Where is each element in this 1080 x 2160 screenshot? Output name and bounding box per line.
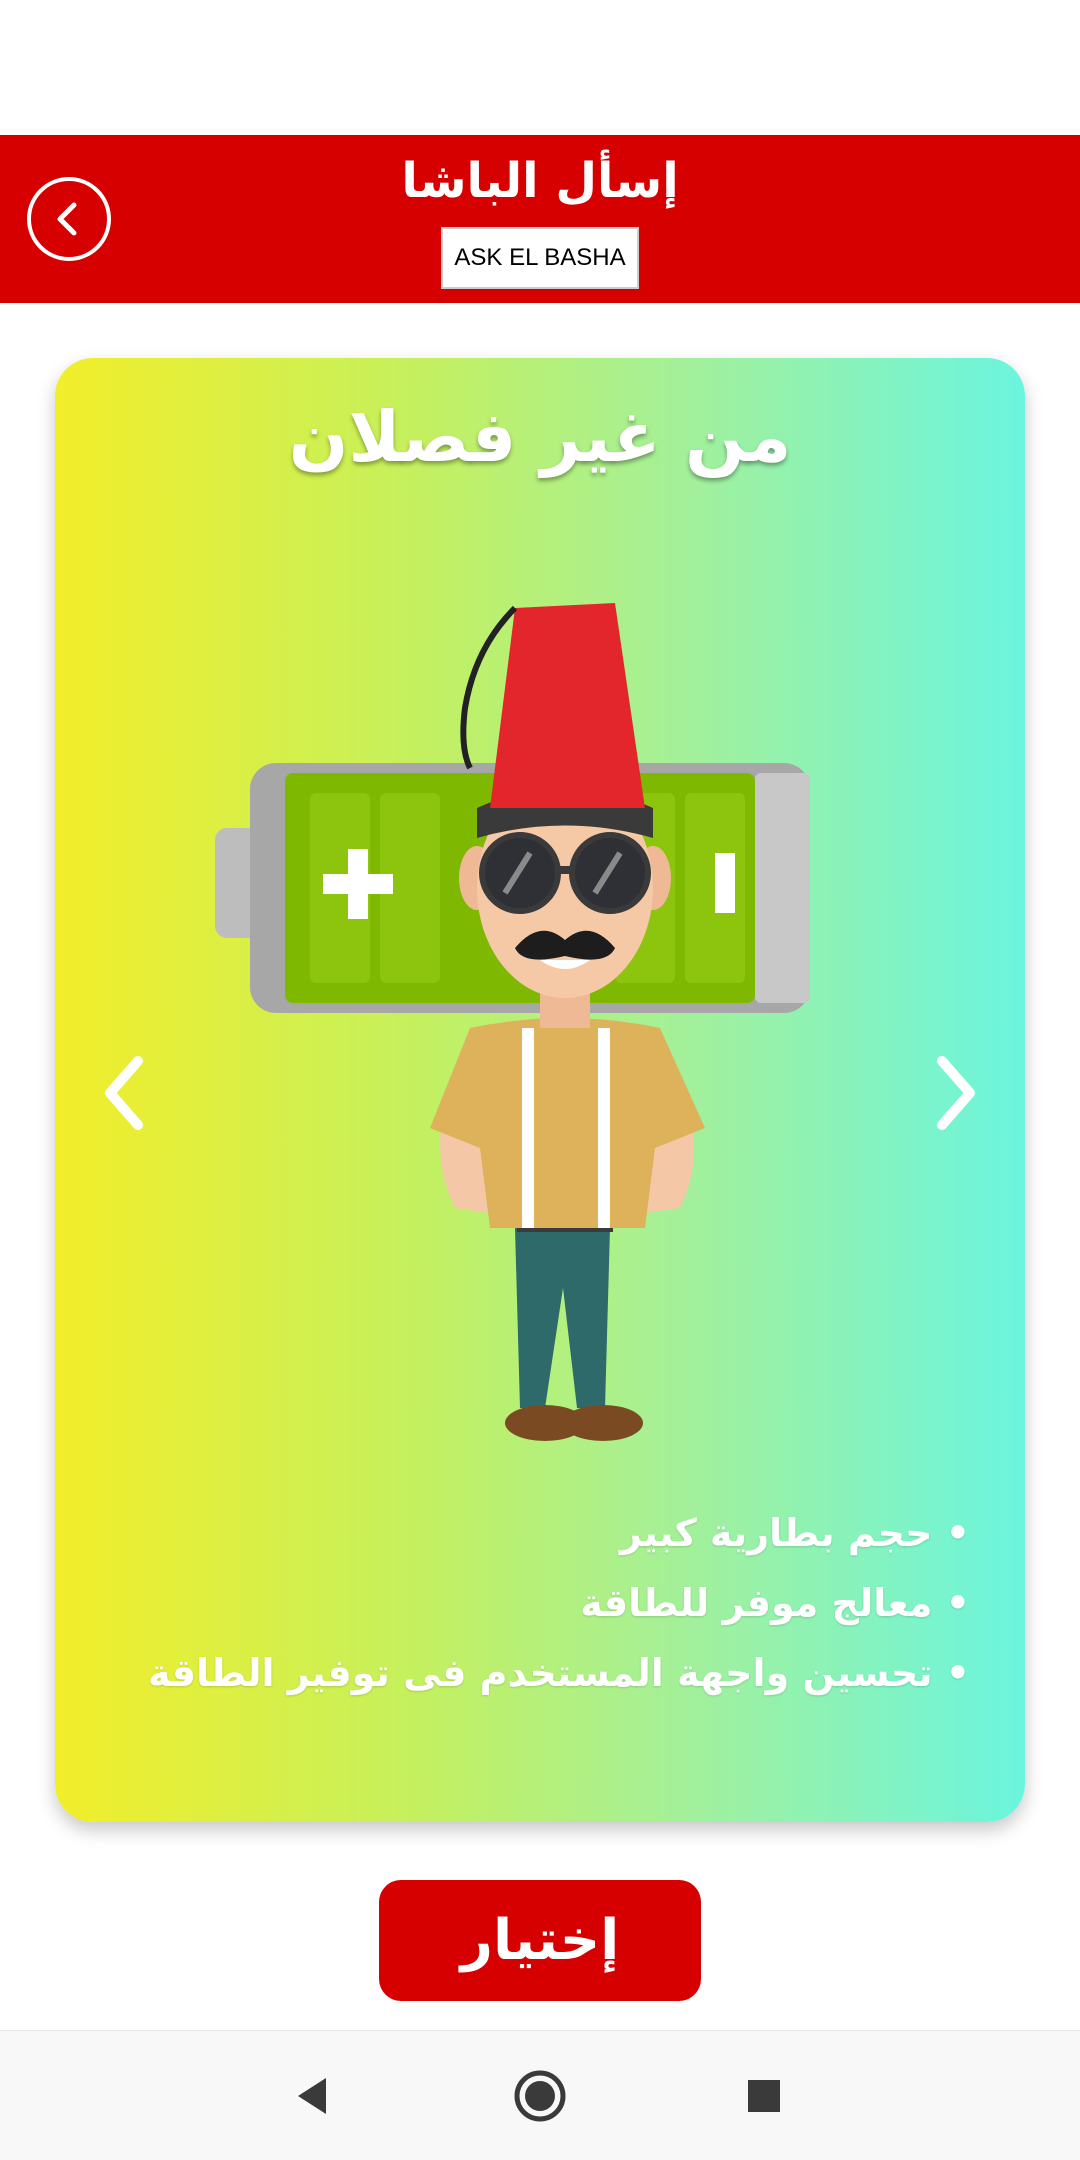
feature-item: معالج موفر للطاقة xyxy=(110,1568,970,1638)
system-back-button[interactable] xyxy=(282,2066,342,2126)
status-bar xyxy=(0,0,1080,135)
square-recents-icon xyxy=(748,2080,780,2112)
app-subtitle: ASK EL BASHA xyxy=(441,227,639,289)
system-recents-button[interactable] xyxy=(734,2066,794,2126)
system-home-button[interactable] xyxy=(510,2066,570,2126)
app-bar: إسأل الباشا ASK EL BASHA xyxy=(0,135,1080,303)
app-title: إسأل الباشا xyxy=(401,153,679,209)
triangle-back-icon xyxy=(298,2078,326,2114)
choose-button[interactable]: إختيار xyxy=(379,1880,701,2001)
system-navigation-bar xyxy=(0,2030,1080,2160)
chevron-right-icon xyxy=(937,1056,975,1130)
carousel-prev-button[interactable] xyxy=(90,1048,160,1138)
basha-battery-illustration xyxy=(215,603,810,1441)
feature-item: تحسين واجهة المستخدم فى توفير الطاقة xyxy=(110,1638,970,1708)
circle-home-icon xyxy=(514,2070,566,2122)
offer-card[interactable]: من غير فصلان • حجم بطارية كبير • معالج م… xyxy=(55,358,1025,1822)
carousel-next-button[interactable] xyxy=(920,1048,990,1138)
chevron-left-icon xyxy=(105,1056,143,1130)
feature-list: حجم بطارية كبير معالج موفر للطاقة تحسين … xyxy=(110,1498,970,1708)
card-title: من غير فصلان xyxy=(288,396,792,478)
feature-item: حجم بطارية كبير xyxy=(110,1498,970,1568)
